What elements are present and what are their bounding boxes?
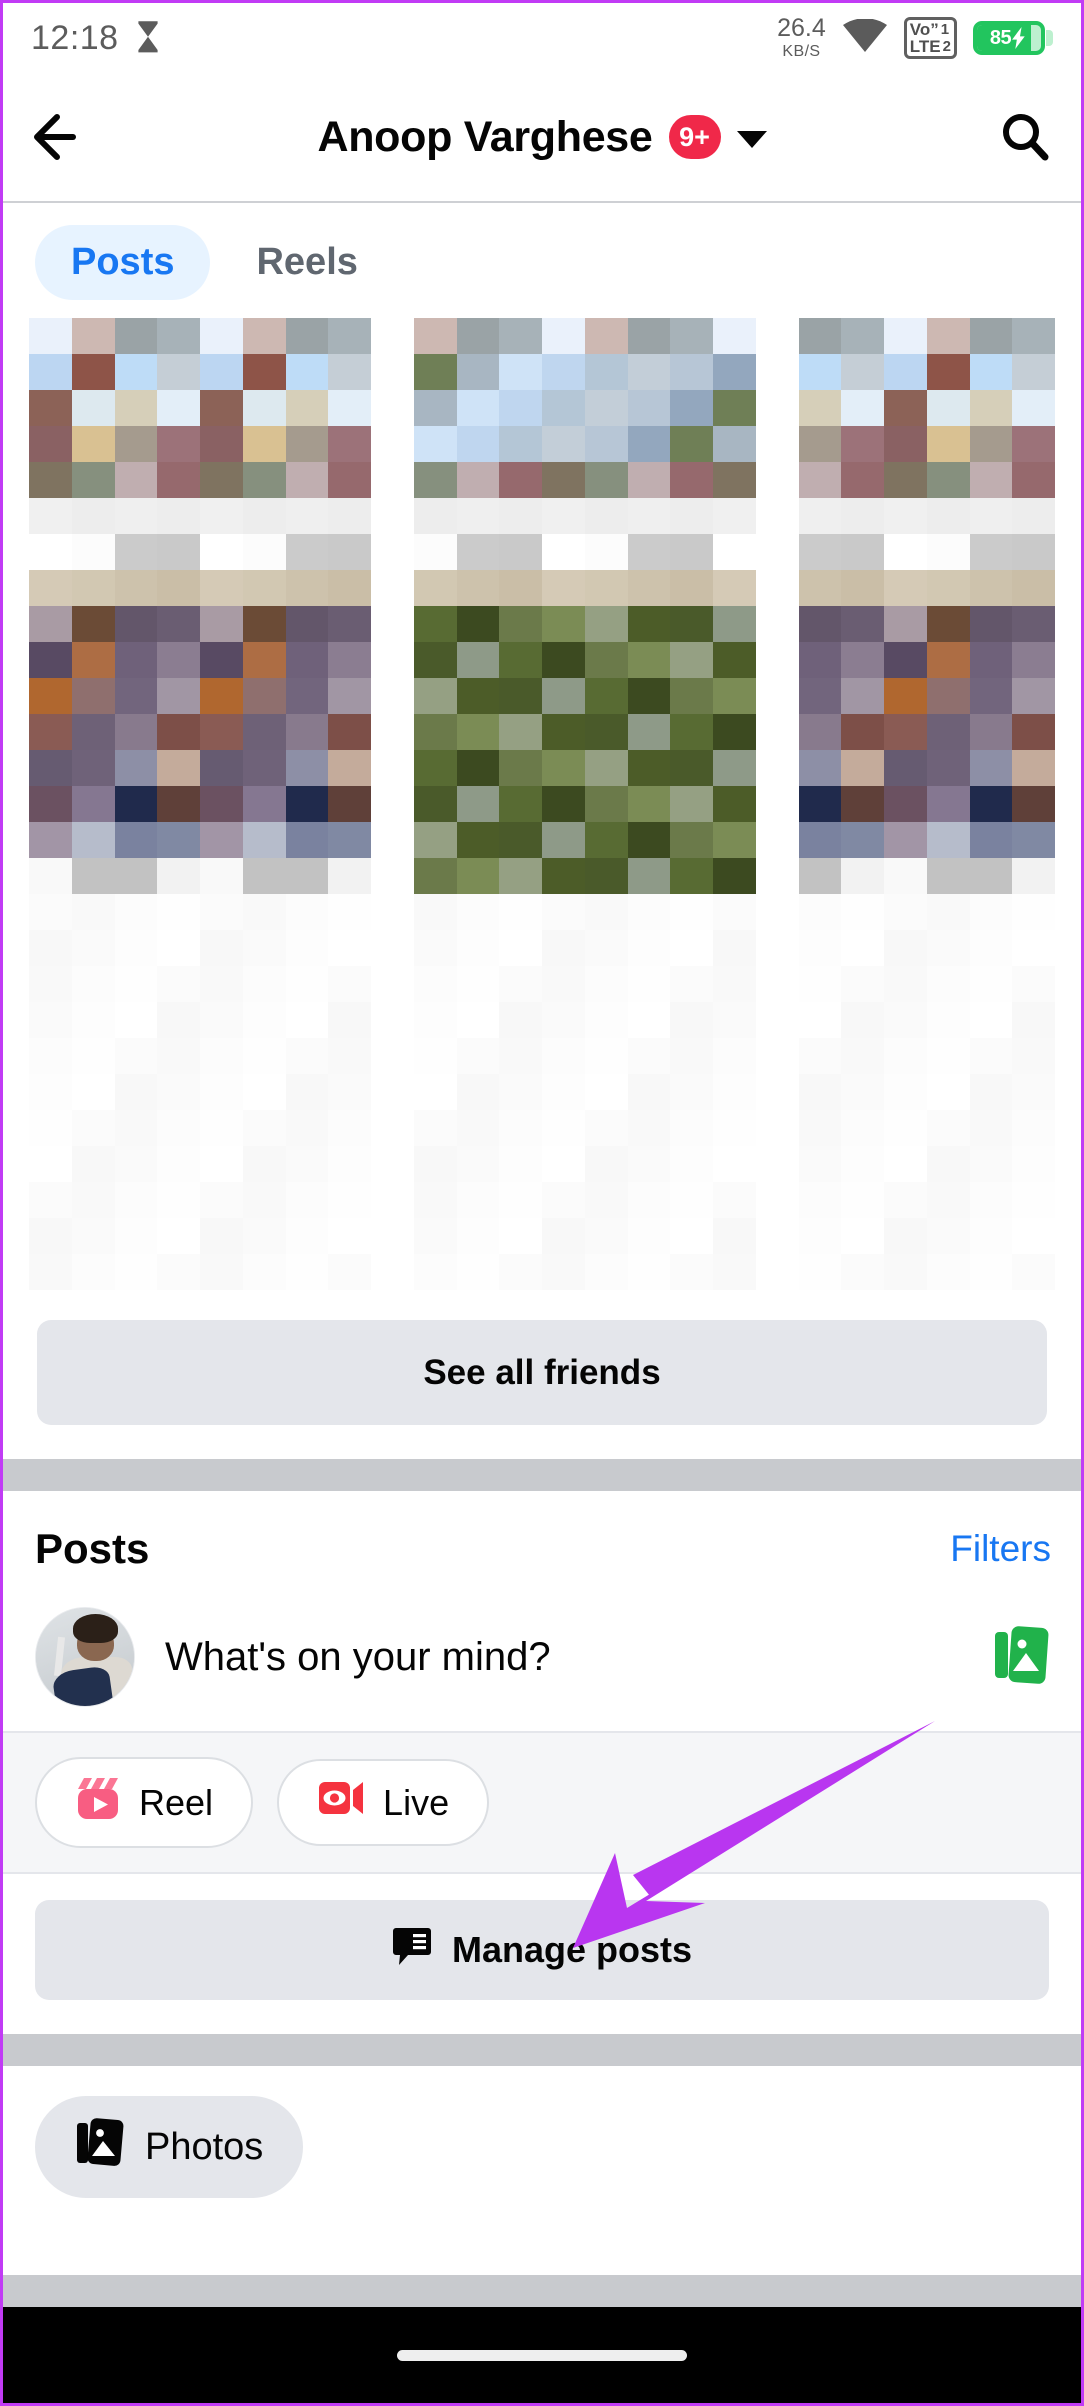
profile-tabs: Posts Reels: [3, 203, 1081, 318]
filters-link[interactable]: Filters: [950, 1528, 1051, 1570]
wifi-icon: [842, 17, 888, 58]
photos-section: Photos: [3, 2066, 1081, 2240]
back-button[interactable]: [33, 114, 89, 160]
reel-button[interactable]: Reel: [35, 1757, 254, 1848]
see-all-friends-button[interactable]: See all friends: [37, 1320, 1047, 1425]
post-composer[interactable]: What's on your mind?: [3, 1595, 1081, 1733]
volte-label-bottom: LTE: [909, 37, 941, 56]
volte-label-top: Vo”: [909, 20, 939, 39]
posts-title: Posts: [35, 1525, 150, 1572]
sim-slot-2: 2: [942, 38, 951, 55]
notification-badge: 9+: [668, 115, 721, 159]
search-icon: [1003, 114, 1049, 161]
home-indicator[interactable]: [397, 2349, 687, 2361]
manage-posts-icon: [392, 1925, 432, 1976]
live-label: Live: [383, 1781, 450, 1823]
section-divider-3: [3, 2275, 1081, 2307]
quick-action-row: Reel Live: [3, 1733, 1081, 1874]
phone-screen: 12:18 26.4 KB/S Vo” 1 LTE 2 85 Anoop Var…: [0, 0, 1084, 2406]
photos-label: Photos: [145, 2125, 264, 2168]
hourglass-icon: [133, 20, 163, 56]
manage-posts-button[interactable]: Manage posts: [35, 1900, 1049, 2000]
chevron-down-icon[interactable]: [736, 130, 767, 148]
status-bar: 12:18 26.4 KB/S Vo” 1 LTE 2 85: [3, 3, 1081, 73]
status-bar-clock: 12:18: [31, 18, 119, 57]
data-rate-unit: KB/S: [782, 43, 821, 60]
status-bar-indicators: 26.4 KB/S Vo” 1 LTE 2 85: [777, 16, 1053, 60]
reel-clapperboard-icon: [75, 1775, 121, 1830]
sim-slot-1: 1: [940, 21, 950, 38]
composer-placeholder[interactable]: What's on your mind?: [165, 1635, 963, 1680]
photos-button[interactable]: Photos: [35, 2096, 304, 2198]
live-video-camera-icon: [317, 1777, 365, 1828]
battery-indicator: 85: [973, 21, 1053, 55]
manage-posts-label: Manage posts: [451, 1929, 693, 1970]
search-button[interactable]: [999, 111, 1051, 163]
volte-icon: Vo” 1 LTE 2: [903, 17, 957, 59]
data-rate-indicator: 26.4 KB/S: [777, 16, 826, 60]
section-divider-2: [3, 2034, 1081, 2066]
tab-reels[interactable]: Reels: [220, 225, 393, 300]
header-title-group: Anoop Varghese 9+: [3, 73, 1081, 201]
app-header: Anoop Varghese 9+: [3, 73, 1081, 203]
posts-header: Posts Filters: [3, 1491, 1081, 1595]
back-arrow-icon: [34, 114, 76, 160]
photo-gallery-icon[interactable]: [993, 1625, 1049, 1689]
manage-posts-wrap: Manage posts: [3, 1874, 1081, 2034]
live-button[interactable]: Live: [277, 1759, 490, 1846]
section-divider-1: [3, 1459, 1081, 1491]
posts-section: Posts Filters What's on your mind? Reel …: [3, 1491, 1081, 2034]
photos-stack-icon: [75, 2116, 125, 2178]
data-rate-value: 26.4: [777, 14, 826, 42]
friends-photo-grid[interactable]: [29, 318, 1055, 1290]
page-title: Anoop Varghese: [317, 112, 653, 161]
profile-avatar[interactable]: [35, 1607, 135, 1707]
tab-posts[interactable]: Posts: [35, 225, 211, 300]
battery-percent: 85: [989, 26, 1012, 49]
lightning-bolt-icon: [1012, 27, 1025, 49]
system-nav-bar: [3, 2307, 1081, 2403]
friends-section: See all friends: [3, 318, 1081, 1425]
reel-label: Reel: [139, 1781, 214, 1823]
